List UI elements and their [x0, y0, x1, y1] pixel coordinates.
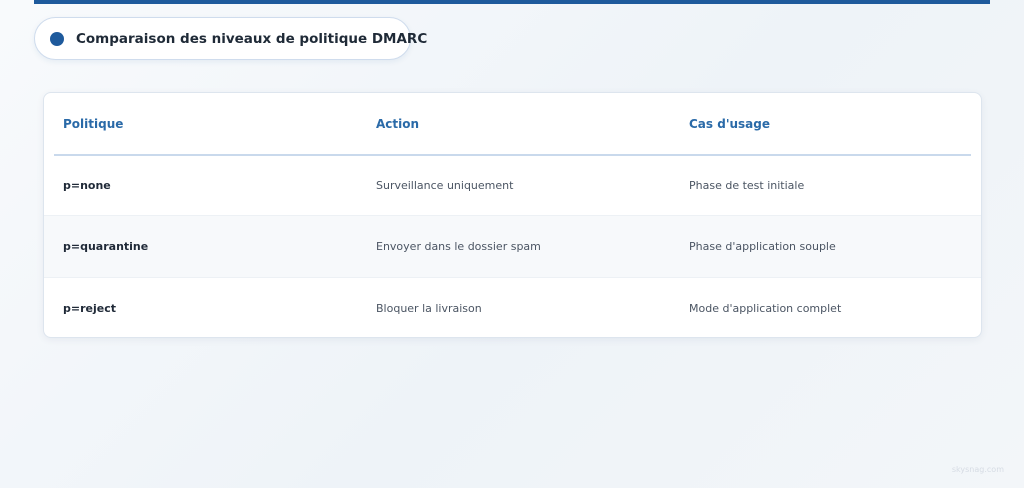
table-row: p=quarantine Envoyer dans le dossier spa…: [44, 215, 981, 277]
table-header: Politique Action Cas d'usage: [54, 93, 971, 156]
policy-cell: p=quarantine: [63, 240, 149, 253]
use-case-cell: Mode d'application complet: [689, 302, 842, 315]
table-row: p=none Surveillance uniquement Phase de …: [44, 155, 981, 216]
bullet-dot-icon: [50, 31, 64, 46]
policy-cell: p=reject: [63, 302, 116, 315]
section-title-pill: Comparaison des niveaux de politique DMA…: [34, 17, 427, 60]
action-cell: Envoyer dans le dossier spam: [376, 240, 541, 253]
dmarc-policy-table: Politique Action Cas d'usage p=none Surv…: [43, 92, 982, 338]
column-header-cas-usage: Cas d'usage: [689, 116, 770, 131]
page-title: Comparaison des niveaux de politique DMA…: [76, 30, 428, 47]
column-header-action: Action: [376, 116, 420, 131]
action-cell: Surveillance uniquement: [376, 179, 514, 192]
action-cell: Bloquer la livraison: [376, 302, 482, 315]
policy-cell: p=none: [63, 179, 111, 192]
table-row: p=reject Bloquer la livraison Mode d'app…: [44, 277, 981, 337]
watermark-text: skysnag.com: [951, 465, 1004, 474]
use-case-cell: Phase de test initiale: [689, 179, 805, 192]
column-header-politique: Politique: [63, 116, 124, 131]
top-accent-bar: [34, 0, 990, 4]
use-case-cell: Phase d'application souple: [689, 240, 836, 253]
